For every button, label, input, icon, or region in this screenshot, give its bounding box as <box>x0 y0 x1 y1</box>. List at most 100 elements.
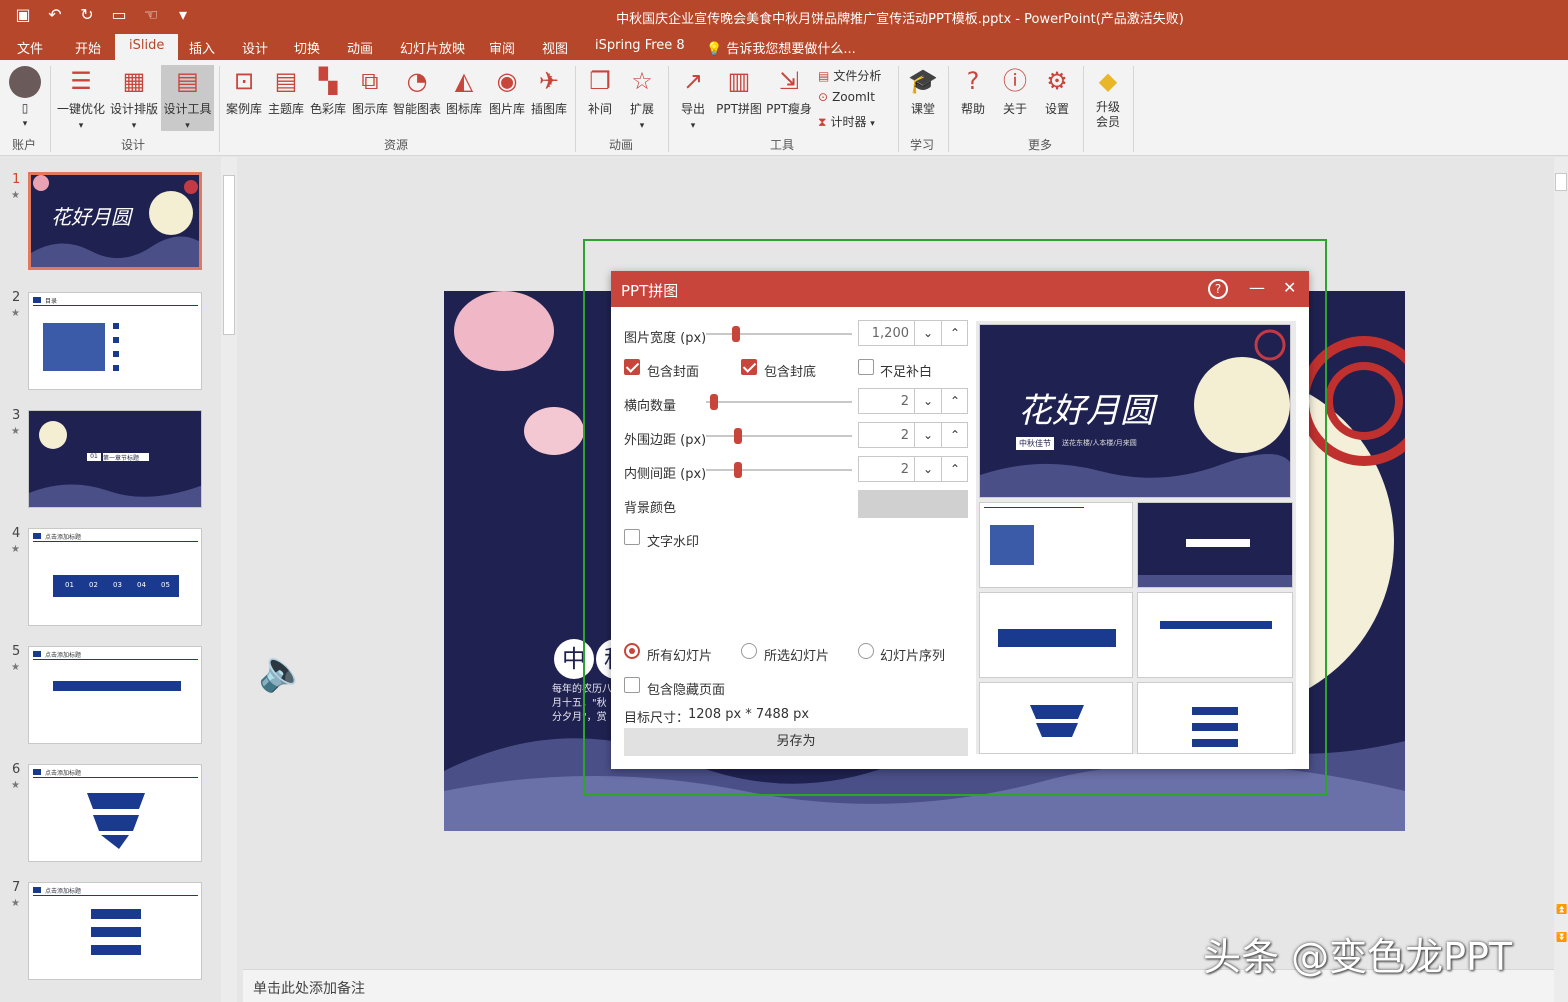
undo-icon[interactable]: ↶ <box>44 5 66 24</box>
close-icon[interactable]: ✕ <box>1283 278 1296 297</box>
design-tools-button[interactable]: ▤ 设计工具 ▾ <box>161 65 214 131</box>
timer-button[interactable]: ⧗ 计时器 ▾ <box>818 113 875 130</box>
design-layout-button[interactable]: ▦ 设计排版 ▾ <box>108 66 160 131</box>
tab-insert[interactable]: 插入 <box>189 38 215 57</box>
tab-animations[interactable]: 动画 <box>347 38 373 57</box>
width-slider[interactable] <box>706 326 852 342</box>
slide-thumbnail-6[interactable]: 点击添加标题 <box>28 764 202 862</box>
button-label: 一键优化 <box>56 102 105 116</box>
columns-stepper[interactable]: 2 ⌄ ⌃ <box>858 388 968 414</box>
present-icon[interactable]: ▭ <box>108 5 130 24</box>
ppt-puzzle-button[interactable]: ▥ PPT拼图 <box>713 66 765 117</box>
account-button[interactable]: ▯ ▾ <box>8 66 42 129</box>
width-stepper[interactable]: 1,200 ⌄ ⌃ <box>858 320 968 346</box>
tab-slideshow[interactable]: 幻灯片放映 <box>400 38 465 57</box>
slide-sequence-radio[interactable] <box>858 643 874 659</box>
icon-library-button[interactable]: ◭ 图标库 <box>443 66 485 117</box>
puzzle-preview[interactable]: 花好月圆 中秋佳节 送花东楼/人本楼/月来圆 <box>976 321 1296 754</box>
tween-button[interactable]: ❐ 补间 <box>580 66 620 117</box>
button-label: 帮助 <box>960 102 985 116</box>
touch-mode-icon[interactable]: ☜ <box>140 5 162 24</box>
tell-me-search[interactable]: 💡 告诉我您想要做什么... <box>706 38 856 57</box>
illustration-library-button[interactable]: ✈ 插图库 <box>528 66 570 117</box>
target-size-label: 目标尺寸： <box>624 711 690 726</box>
diagram-library-button[interactable]: ⧉ 图示库 <box>349 66 391 117</box>
case-library-button[interactable]: ⊡ 案例库 <box>223 66 265 117</box>
tab-file[interactable]: 文件 <box>17 38 43 57</box>
group-separator <box>1083 66 1084 152</box>
redo-icon[interactable]: ↻ <box>76 5 98 24</box>
tab-islide[interactable]: iSlide <box>115 34 179 60</box>
slide-thumbnail-2[interactable]: 目录 <box>28 292 202 390</box>
background-color-swatch[interactable] <box>858 490 968 518</box>
preview-slide-5 <box>1137 592 1293 678</box>
minimize-icon[interactable]: — <box>1249 278 1265 297</box>
slide-thumbnail-3[interactable]: 01 第一章节标题 <box>28 410 202 508</box>
speaker-icon[interactable]: 🔈 <box>258 647 308 694</box>
slide-number: 7 <box>12 880 21 895</box>
slider-knob[interactable] <box>710 394 718 410</box>
tab-transitions[interactable]: 切换 <box>294 38 320 57</box>
smart-chart-button[interactable]: ◔ 智能图表 <box>391 66 443 117</box>
thumbnail-scrollbar[interactable] <box>221 157 237 1002</box>
slide-scrollbar[interactable]: ⏫ ⏬ <box>1554 157 1568 1002</box>
scrollbar-thumb[interactable] <box>223 175 235 335</box>
title-marker <box>33 297 41 303</box>
outer-margin-slider[interactable] <box>706 428 852 444</box>
scrollbar-thumb[interactable] <box>1555 173 1567 191</box>
help-button[interactable]: ? 帮助 <box>953 66 993 117</box>
previous-slide-icon[interactable]: ⏫ <box>1556 905 1567 915</box>
inner-spacing-slider[interactable] <box>706 462 852 478</box>
chevron-up-icon[interactable]: ⌃ <box>941 389 968 413</box>
include-back-checkbox[interactable] <box>741 359 757 375</box>
tab-ispring[interactable]: iSpring Free 8 <box>595 38 685 53</box>
chevron-down-icon[interactable]: ⌄ <box>914 423 941 447</box>
chevron-up-icon[interactable]: ⌃ <box>941 457 968 481</box>
settings-button[interactable]: ⚙ 设置 <box>1037 66 1077 117</box>
color-library-button[interactable]: ▚ 色彩库 <box>307 66 349 117</box>
extend-button[interactable]: ☆ 扩展 ▾ <box>622 66 662 131</box>
tab-view[interactable]: 视图 <box>542 38 568 57</box>
slider-knob[interactable] <box>732 326 740 342</box>
inner-spacing-stepper[interactable]: 2 ⌄ ⌃ <box>858 456 968 482</box>
group-label-learn: 学习 <box>910 138 935 152</box>
upgrade-button[interactable]: ◆ 升级会员 <box>1088 66 1128 130</box>
slider-knob[interactable] <box>734 428 742 444</box>
classroom-button[interactable]: 🎓 课堂 <box>903 66 943 117</box>
include-cover-checkbox[interactable] <box>624 359 640 375</box>
slide-thumbnail-1[interactable]: 花好月圆 <box>28 172 202 270</box>
tab-review[interactable]: 审阅 <box>489 38 515 57</box>
chevron-down-icon[interactable]: ⌄ <box>914 321 941 345</box>
slide-thumbnail-4[interactable]: 点击添加标题 01 02 03 04 05 <box>28 528 202 626</box>
slide-thumbnail-5[interactable]: 点击添加标题 <box>28 646 202 744</box>
include-hidden-checkbox[interactable] <box>624 677 640 693</box>
tab-home[interactable]: 开始 <box>75 38 101 57</box>
pad-blank-checkbox[interactable] <box>858 359 874 375</box>
save-as-button[interactable]: 另存为 <box>624 728 968 756</box>
save-icon[interactable]: ▣ <box>12 5 34 24</box>
all-slides-radio[interactable] <box>624 643 640 659</box>
avatar-caption: ▯ <box>21 101 29 115</box>
chevron-up-icon[interactable]: ⌃ <box>941 321 968 345</box>
tab-design[interactable]: 设计 <box>242 38 268 57</box>
one-click-optimize-button[interactable]: ☰ 一键优化 ▾ <box>56 66 106 131</box>
ppt-slim-button[interactable]: ⇲ PPT瘦身 <box>765 66 813 117</box>
chevron-down-icon[interactable]: ⌄ <box>914 389 941 413</box>
about-button[interactable]: ⓘ 关于 <box>995 66 1035 117</box>
zoomit-button[interactable]: ⊙ ZoomIt <box>818 90 875 104</box>
file-analysis-button[interactable]: ▤ 文件分析 <box>818 67 881 84</box>
slide-thumbnail-7[interactable]: 点击添加标题 <box>28 882 202 980</box>
image-library-button[interactable]: ◉ 图片库 <box>486 66 528 117</box>
export-button[interactable]: ↗ 导出 ▾ <box>673 66 713 131</box>
columns-slider[interactable] <box>706 394 852 410</box>
slider-knob[interactable] <box>734 462 742 478</box>
text-watermark-checkbox[interactable] <box>624 529 640 545</box>
chevron-up-icon[interactable]: ⌃ <box>941 423 968 447</box>
help-icon[interactable]: ? <box>1208 279 1228 299</box>
customize-qat-icon[interactable]: ▾ <box>172 5 194 24</box>
next-slide-icon[interactable]: ⏬ <box>1556 933 1567 943</box>
chevron-down-icon[interactable]: ⌄ <box>914 457 941 481</box>
selected-slides-radio[interactable] <box>741 643 757 659</box>
outer-margin-stepper[interactable]: 2 ⌄ ⌃ <box>858 422 968 448</box>
theme-library-button[interactable]: ▤ 主题库 <box>265 66 307 117</box>
